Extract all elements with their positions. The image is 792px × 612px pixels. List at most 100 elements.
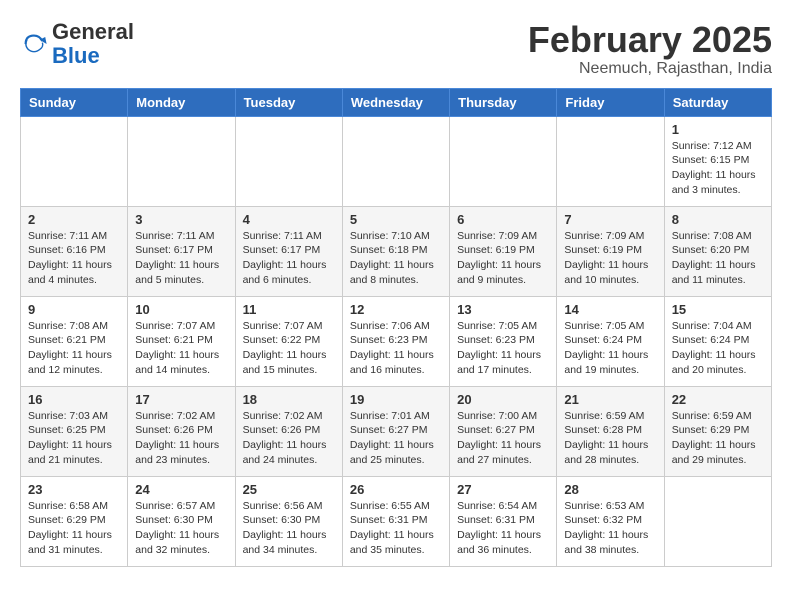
day-number: 25 xyxy=(243,482,335,497)
day-number: 17 xyxy=(135,392,227,407)
calendar-cell: 14 Sunrise: 7:05 AM Sunset: 6:24 PM Dayli… xyxy=(557,296,664,386)
calendar-cell: 28 Sunrise: 6:53 AM Sunset: 6:32 PM Dayli… xyxy=(557,476,664,566)
calendar-cell xyxy=(557,116,664,206)
day-number: 23 xyxy=(28,482,120,497)
calendar-cell: 17 Sunrise: 7:02 AM Sunset: 6:26 PM Dayli… xyxy=(128,386,235,476)
day-number: 7 xyxy=(564,212,656,227)
day-number: 13 xyxy=(457,302,549,317)
day-number: 5 xyxy=(350,212,442,227)
calendar-cell: 8 Sunrise: 7:08 AM Sunset: 6:20 PM Daylig… xyxy=(664,206,771,296)
calendar-cell: 19 Sunrise: 7:01 AM Sunset: 6:27 PM Dayli… xyxy=(342,386,449,476)
day-info: Sunrise: 7:12 AM Sunset: 6:15 PM Dayligh… xyxy=(672,139,764,198)
calendar-cell: 27 Sunrise: 6:54 AM Sunset: 6:31 PM Dayli… xyxy=(450,476,557,566)
day-number: 8 xyxy=(672,212,764,227)
day-info: Sunrise: 7:08 AM Sunset: 6:21 PM Dayligh… xyxy=(28,319,120,378)
day-info: Sunrise: 7:07 AM Sunset: 6:22 PM Dayligh… xyxy=(243,319,335,378)
day-info: Sunrise: 7:04 AM Sunset: 6:24 PM Dayligh… xyxy=(672,319,764,378)
day-info: Sunrise: 7:02 AM Sunset: 6:26 PM Dayligh… xyxy=(243,409,335,468)
day-info: Sunrise: 7:05 AM Sunset: 6:24 PM Dayligh… xyxy=(564,319,656,378)
calendar-cell xyxy=(342,116,449,206)
day-number: 21 xyxy=(564,392,656,407)
day-number: 6 xyxy=(457,212,549,227)
calendar-table: SundayMondayTuesdayWednesdayThursdayFrid… xyxy=(20,88,772,567)
day-number: 22 xyxy=(672,392,764,407)
day-info: Sunrise: 6:54 AM Sunset: 6:31 PM Dayligh… xyxy=(457,499,549,558)
calendar-title: February 2025 xyxy=(528,20,772,60)
day-number: 2 xyxy=(28,212,120,227)
calendar-cell: 23Sunrise: 6:58 AM Sunset: 6:29 PM Dayli… xyxy=(21,476,128,566)
day-info: Sunrise: 6:53 AM Sunset: 6:32 PM Dayligh… xyxy=(564,499,656,558)
day-info: Sunrise: 7:11 AM Sunset: 6:16 PM Dayligh… xyxy=(28,229,120,288)
day-number: 11 xyxy=(243,302,335,317)
day-number: 18 xyxy=(243,392,335,407)
calendar-subtitle: Neemuch, Rajasthan, India xyxy=(528,60,772,78)
day-info: Sunrise: 7:02 AM Sunset: 6:26 PM Dayligh… xyxy=(135,409,227,468)
day-info: Sunrise: 7:09 AM Sunset: 6:19 PM Dayligh… xyxy=(457,229,549,288)
day-info: Sunrise: 7:06 AM Sunset: 6:23 PM Dayligh… xyxy=(350,319,442,378)
calendar-cell xyxy=(21,116,128,206)
day-number: 15 xyxy=(672,302,764,317)
day-info: Sunrise: 7:03 AM Sunset: 6:25 PM Dayligh… xyxy=(28,409,120,468)
day-number: 28 xyxy=(564,482,656,497)
calendar-cell: 12 Sunrise: 7:06 AM Sunset: 6:23 PM Dayli… xyxy=(342,296,449,386)
day-number: 16 xyxy=(28,392,120,407)
day-number: 14 xyxy=(564,302,656,317)
calendar-week-row: 9 Sunrise: 7:08 AM Sunset: 6:21 PM Daylig… xyxy=(21,296,772,386)
calendar-cell: 11 Sunrise: 7:07 AM Sunset: 6:22 PM Dayli… xyxy=(235,296,342,386)
calendar-week-row: 2 Sunrise: 7:11 AM Sunset: 6:16 PM Daylig… xyxy=(21,206,772,296)
day-info: Sunrise: 7:01 AM Sunset: 6:27 PM Dayligh… xyxy=(350,409,442,468)
calendar-cell xyxy=(128,116,235,206)
calendar-cell: 20 Sunrise: 7:00 AM Sunset: 6:27 PM Dayli… xyxy=(450,386,557,476)
day-info: Sunrise: 6:59 AM Sunset: 6:29 PM Dayligh… xyxy=(672,409,764,468)
day-info: Sunrise: 7:08 AM Sunset: 6:20 PM Dayligh… xyxy=(672,229,764,288)
day-info: Sunrise: 6:56 AM Sunset: 6:30 PM Dayligh… xyxy=(243,499,335,558)
calendar-cell: 3 Sunrise: 7:11 AM Sunset: 6:17 PM Daylig… xyxy=(128,206,235,296)
day-info: Sunrise: 7:00 AM Sunset: 6:27 PM Dayligh… xyxy=(457,409,549,468)
day-info: Sunrise: 6:59 AM Sunset: 6:28 PM Dayligh… xyxy=(564,409,656,468)
day-number: 26 xyxy=(350,482,442,497)
calendar-cell: 18 Sunrise: 7:02 AM Sunset: 6:26 PM Dayli… xyxy=(235,386,342,476)
calendar-cell: 7Sunrise: 7:09 AM Sunset: 6:19 PM Daylig… xyxy=(557,206,664,296)
header: General Blue February 2025 Neemuch, Raja… xyxy=(20,20,772,78)
day-info: Sunrise: 7:05 AM Sunset: 6:23 PM Dayligh… xyxy=(457,319,549,378)
day-number: 10 xyxy=(135,302,227,317)
day-number: 3 xyxy=(135,212,227,227)
col-header-tuesday: Tuesday xyxy=(235,88,342,116)
day-number: 12 xyxy=(350,302,442,317)
calendar-header-row: SundayMondayTuesdayWednesdayThursdayFrid… xyxy=(21,88,772,116)
calendar-cell: 9 Sunrise: 7:08 AM Sunset: 6:21 PM Daylig… xyxy=(21,296,128,386)
title-section: February 2025 Neemuch, Rajasthan, India xyxy=(528,20,772,78)
col-header-sunday: Sunday xyxy=(21,88,128,116)
calendar-cell: 22 Sunrise: 6:59 AM Sunset: 6:29 PM Dayli… xyxy=(664,386,771,476)
logo-icon xyxy=(20,30,48,58)
calendar-week-row: 16 Sunrise: 7:03 AM Sunset: 6:25 PM Dayli… xyxy=(21,386,772,476)
calendar-cell: 26 Sunrise: 6:55 AM Sunset: 6:31 PM Dayli… xyxy=(342,476,449,566)
logo: General Blue xyxy=(20,20,134,68)
day-number: 27 xyxy=(457,482,549,497)
day-info: Sunrise: 7:10 AM Sunset: 6:18 PM Dayligh… xyxy=(350,229,442,288)
calendar-cell: 5 Sunrise: 7:10 AM Sunset: 6:18 PM Daylig… xyxy=(342,206,449,296)
day-number: 4 xyxy=(243,212,335,227)
calendar-cell: 25 Sunrise: 6:56 AM Sunset: 6:30 PM Dayli… xyxy=(235,476,342,566)
calendar-cell: 6 Sunrise: 7:09 AM Sunset: 6:19 PM Daylig… xyxy=(450,206,557,296)
day-info: Sunrise: 7:07 AM Sunset: 6:21 PM Dayligh… xyxy=(135,319,227,378)
day-number: 1 xyxy=(672,122,764,137)
day-number: 24 xyxy=(135,482,227,497)
day-info: Sunrise: 7:11 AM Sunset: 6:17 PM Dayligh… xyxy=(135,229,227,288)
calendar-cell xyxy=(664,476,771,566)
col-header-wednesday: Wednesday xyxy=(342,88,449,116)
calendar-cell xyxy=(450,116,557,206)
day-number: 9 xyxy=(28,302,120,317)
day-number: 19 xyxy=(350,392,442,407)
logo-general-text: General xyxy=(52,19,134,44)
calendar-cell: 2 Sunrise: 7:11 AM Sunset: 6:16 PM Daylig… xyxy=(21,206,128,296)
day-number: 20 xyxy=(457,392,549,407)
calendar-cell xyxy=(235,116,342,206)
calendar-cell: 13 Sunrise: 7:05 AM Sunset: 6:23 PM Dayli… xyxy=(450,296,557,386)
calendar-week-row: 1 Sunrise: 7:12 AM Sunset: 6:15 PM Daylig… xyxy=(21,116,772,206)
col-header-friday: Friday xyxy=(557,88,664,116)
calendar-cell: 16 Sunrise: 7:03 AM Sunset: 6:25 PM Dayli… xyxy=(21,386,128,476)
day-info: Sunrise: 6:57 AM Sunset: 6:30 PM Dayligh… xyxy=(135,499,227,558)
col-header-saturday: Saturday xyxy=(664,88,771,116)
day-info: Sunrise: 6:55 AM Sunset: 6:31 PM Dayligh… xyxy=(350,499,442,558)
